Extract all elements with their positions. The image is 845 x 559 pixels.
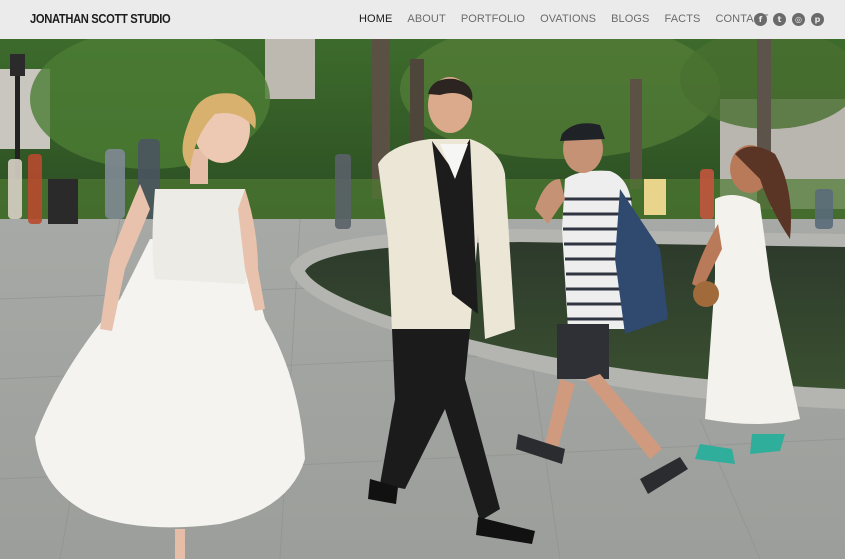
nav-item-ovations[interactable]: OVATIONS [540,13,596,25]
trash-can [48,179,78,224]
main-nav: HOME ABOUT PORTFOLIO OVATIONS BLOGS FACT… [359,13,769,25]
hero-photo-illustration [0,39,845,559]
nav-item-about[interactable]: ABOUT [407,13,445,25]
building-center [265,39,315,99]
site-logo[interactable]: JONATHAN SCOTT STUDIO [30,11,171,26]
handbag [693,281,719,307]
site-header: JONATHAN SCOTT STUDIO HOME ABOUT PORTFOL… [0,0,845,39]
twitter-icon[interactable]: t [773,13,786,26]
lamp-post [10,54,25,76]
hero-photo [0,39,845,559]
pinterest-icon[interactable]: p [811,13,824,26]
social-links: f t ◎ p [754,13,824,26]
nav-item-portfolio[interactable]: PORTFOLIO [461,13,525,25]
nav-item-blogs[interactable]: BLOGS [611,13,649,25]
nav-item-facts[interactable]: FACTS [665,13,701,25]
facebook-icon[interactable]: f [754,13,767,26]
instagram-icon[interactable]: ◎ [792,13,805,26]
nav-item-home[interactable]: HOME [359,13,392,25]
sign-board [644,179,666,215]
